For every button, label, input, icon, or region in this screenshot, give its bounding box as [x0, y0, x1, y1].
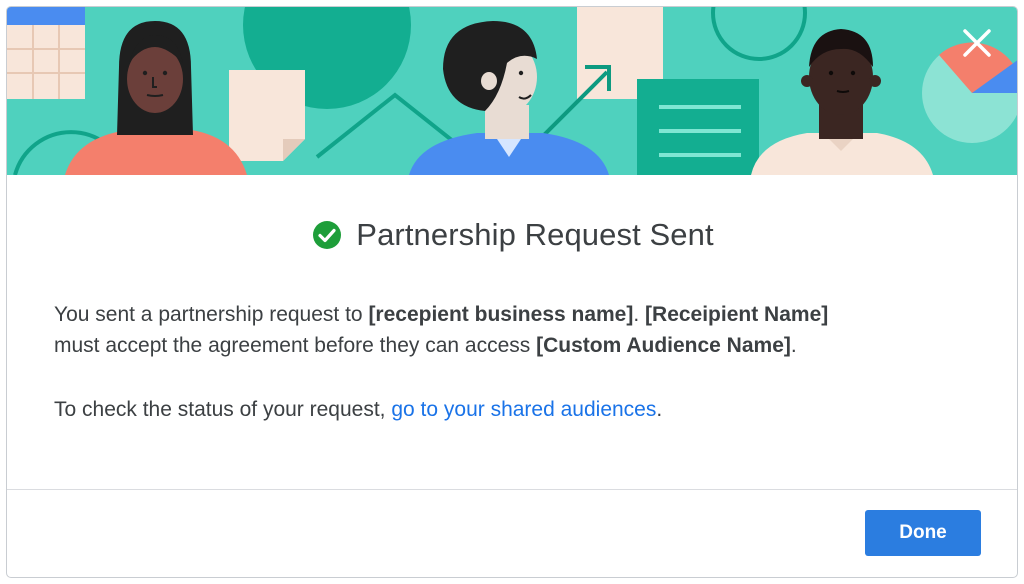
partnership-dialog: Partnership Request Sent You sent a part…	[6, 6, 1018, 578]
done-button[interactable]: Done	[865, 510, 981, 556]
close-icon	[963, 29, 991, 57]
header-illustration	[7, 7, 1017, 175]
message-text: .	[790, 334, 797, 357]
status-check-suffix: .	[656, 398, 663, 421]
message-text: You sent a partnership request to	[54, 303, 369, 326]
message-text: .	[633, 303, 646, 326]
dialog-header: Partnership Request Sent	[7, 217, 1017, 261]
status-check-text: To check the status of your request,	[54, 398, 392, 421]
close-button[interactable]	[959, 25, 995, 61]
shared-audiences-link[interactable]: go to your shared audiences	[391, 398, 656, 421]
recipient-name: [Receipient Name]	[645, 303, 829, 326]
check-circle-icon	[312, 220, 342, 250]
footer-divider	[7, 489, 1017, 490]
message-text: must accept the agreement before they ca…	[54, 334, 537, 357]
business-name: [recepient business name]	[368, 303, 634, 326]
request-message: You sent a partnership request to [recep…	[54, 299, 954, 361]
status-check-message: To check the status of your request, go …	[54, 394, 954, 425]
audience-name: [Custom Audience Name]	[536, 334, 791, 357]
dialog-title: Partnership Request Sent	[356, 217, 714, 252]
